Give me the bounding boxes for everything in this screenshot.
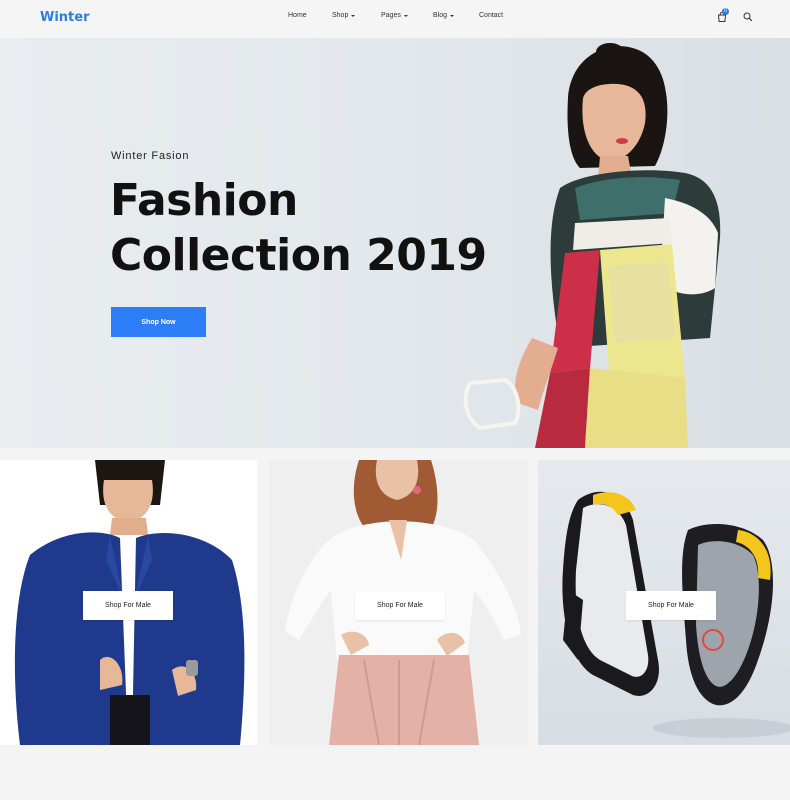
caret-down-icon (450, 14, 455, 17)
nav-item-label: Contact (479, 12, 504, 19)
hero-title: Fashion Collection 2019 (110, 173, 487, 283)
category-cards: Shop For Male Shop For Male Shop For Mal… (0, 460, 790, 745)
hero-banner: Winter Fasion Fashion Collection 2019 Sh… (0, 38, 790, 448)
main-nav: Home Shop Pages Blog Contact (0, 12, 790, 26)
nav-item-blog[interactable]: Blog (433, 12, 455, 19)
search-icon[interactable] (742, 11, 754, 23)
shop-for-male-button[interactable]: Shop For Male (626, 591, 716, 620)
shop-for-male-button[interactable]: Shop For Male (355, 591, 445, 620)
cart-count-badge: 0 (722, 8, 729, 15)
nav-item-pages[interactable]: Pages (381, 12, 408, 19)
nav-item-label: Pages (381, 12, 401, 19)
hero-title-line-1: Fashion (110, 175, 298, 226)
category-card-shoes[interactable]: Shop For Male (538, 460, 790, 745)
caret-down-icon (403, 14, 408, 17)
site-header: Winter Home Shop Pages Blog Contact 0 (0, 0, 790, 38)
hero-model-image (463, 43, 721, 448)
caret-down-icon (351, 14, 356, 17)
nav-item-label: Blog (433, 12, 448, 19)
nav-item-label: Home (288, 12, 307, 19)
hero-title-line-2: Collection 2019 (110, 230, 487, 281)
nav-item-home[interactable]: Home (288, 12, 307, 19)
category-card-female[interactable]: Shop For Male (269, 460, 528, 745)
shop-for-male-button[interactable]: Shop For Male (83, 591, 173, 620)
category-card-male[interactable]: Shop For Male (0, 460, 257, 745)
nav-item-contact[interactable]: Contact (479, 12, 503, 19)
hero-eyebrow: Winter Fasion (111, 150, 190, 162)
shop-now-button[interactable]: Shop Now (111, 307, 206, 337)
nav-item-shop[interactable]: Shop (332, 12, 356, 19)
nav-item-label: Shop (332, 12, 349, 19)
